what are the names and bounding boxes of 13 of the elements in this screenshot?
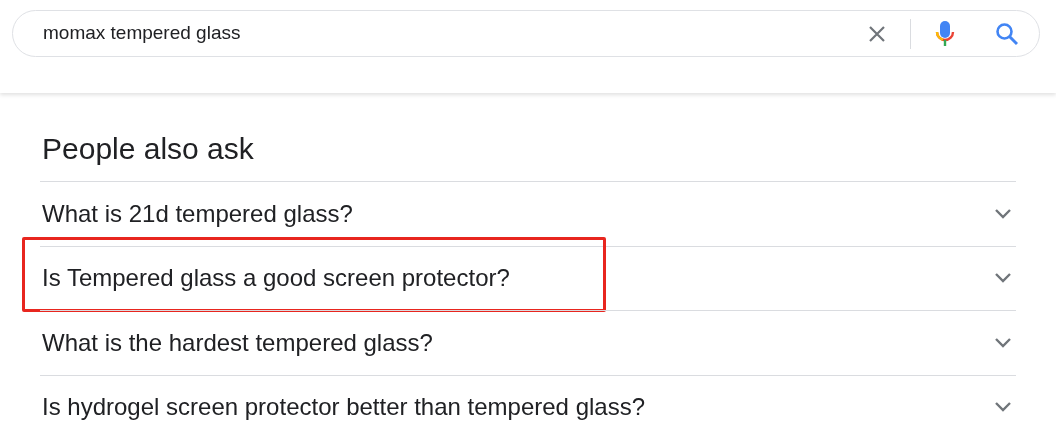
chevron-down-icon[interactable]	[994, 336, 1012, 349]
question-text[interactable]: What is 21d tempered glass?	[42, 198, 353, 229]
search-input[interactable]: momax tempered glass	[43, 19, 868, 48]
question-text[interactable]: Is hydrogel screen protector better than tempered glass?	[42, 392, 645, 423]
close-icon[interactable]	[868, 24, 886, 43]
chevron-down-icon[interactable]	[994, 272, 1012, 285]
search-icon[interactable]	[995, 21, 1019, 46]
chevron-down-icon[interactable]	[994, 207, 1012, 220]
question-text[interactable]: What is the hardest tempered glass?	[42, 327, 433, 358]
question-text[interactable]: Is Tempered glass a good screen protector?	[42, 263, 510, 294]
microphone-icon[interactable]	[935, 19, 955, 48]
chevron-down-icon[interactable]	[994, 401, 1012, 414]
section-heading: People also ask	[41, 131, 255, 167]
